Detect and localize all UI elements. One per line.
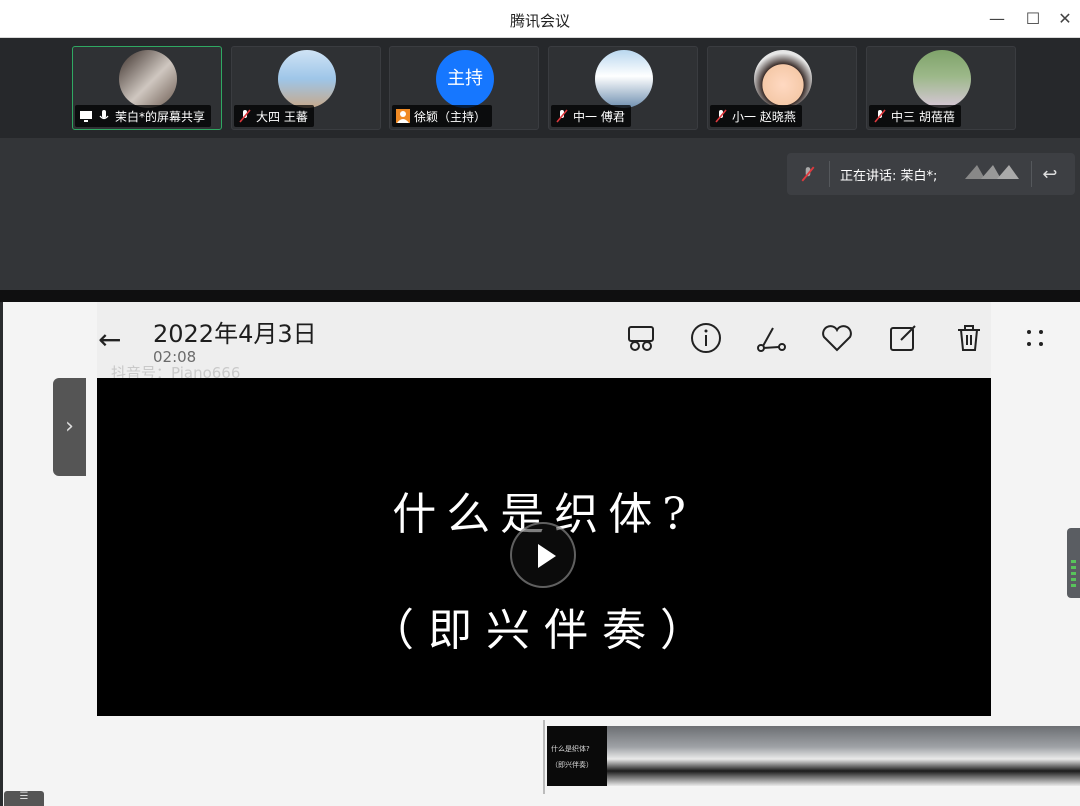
participant-tile[interactable]: 中三 胡蓓蓓	[866, 46, 1016, 130]
shared-screen: ← 2022年4月3日 02:08 抖音号：Piano666 › 什么是织体? …	[3, 302, 1080, 806]
participant-strip: 茉白*的屏幕共享 大四 王蕃 主持 徐颖（主持） 中一 傅君 小一 赵晓燕 中三…	[0, 38, 1080, 138]
avatar	[595, 50, 653, 108]
microphone-icon	[97, 109, 111, 123]
participant-name: 大四 王蕃	[256, 109, 308, 124]
avatar	[278, 50, 336, 108]
participant-namebar: 小一 赵晓燕	[710, 105, 802, 127]
participant-name: 茉白*的屏幕共享	[115, 109, 206, 124]
mic-muted-icon	[873, 109, 887, 123]
timeline-frame[interactable]	[727, 726, 787, 786]
participant-name: 徐颖（主持）	[414, 109, 487, 124]
frame-text: 什么是织体?	[551, 745, 590, 753]
timeline-frame[interactable]	[667, 726, 727, 786]
minimize-button[interactable]: —	[984, 6, 1010, 32]
avatar	[754, 50, 812, 108]
timeline-frame[interactable]	[607, 726, 667, 786]
mic-muted-icon	[555, 109, 569, 123]
more-icon[interactable]	[1017, 320, 1053, 356]
speaking-label: 正在讲话: 茉白*;	[840, 168, 938, 184]
mic-muted-icon	[787, 165, 829, 183]
back-arrow-icon[interactable]: ←	[98, 324, 130, 356]
participant-tile-screenshare[interactable]: 茉白*的屏幕共享	[72, 46, 222, 130]
mic-muted-icon	[238, 109, 252, 123]
share-icon[interactable]	[753, 320, 789, 356]
participant-namebar: 茉白*的屏幕共享	[75, 105, 212, 127]
timeline-frame[interactable]	[1027, 726, 1080, 786]
participant-namebar: 中一 傅君	[551, 105, 631, 127]
volume-handle[interactable]	[1067, 528, 1080, 598]
speaking-indicator[interactable]: 正在讲话: 茉白*; ↩	[787, 153, 1075, 195]
play-button[interactable]	[510, 522, 576, 588]
photo-date: 2022年4月3日	[153, 320, 317, 348]
participant-tile-host[interactable]: 主持 徐颖（主持）	[389, 46, 539, 130]
timeline-cursor[interactable]	[543, 720, 545, 794]
info-icon[interactable]	[688, 320, 724, 356]
timeline-frame[interactable]	[847, 726, 907, 786]
meeting-info-area: 正在讲话: 茉白*; ↩	[0, 138, 1080, 290]
maximize-button[interactable]: ☐	[1020, 6, 1046, 32]
avatar	[119, 50, 177, 108]
participant-tile[interactable]: 大四 王蕃	[231, 46, 381, 130]
timeline-frame[interactable]: 什么是织体? （即兴伴奏）	[547, 726, 607, 786]
edit-icon[interactable]	[885, 320, 921, 356]
heart-icon[interactable]	[819, 320, 855, 356]
crop-icon[interactable]	[623, 320, 659, 356]
mic-muted-icon	[714, 109, 728, 123]
video-subtitle-line2: （即兴伴奏）	[370, 605, 718, 656]
close-button[interactable]: ✕	[1052, 6, 1078, 32]
participant-namebar: 徐颖（主持）	[392, 105, 493, 127]
screen-share-icon	[79, 109, 93, 123]
reply-icon[interactable]: ↩	[1042, 164, 1057, 185]
participant-tile[interactable]: 中一 傅君	[548, 46, 698, 130]
window-title: 腾讯会议	[509, 12, 570, 30]
host-avatar: 主持	[436, 50, 494, 108]
participant-namebar: 中三 胡蓓蓓	[869, 105, 961, 127]
divider	[829, 161, 830, 187]
participant-name: 小一 赵晓燕	[732, 109, 796, 124]
divider	[0, 290, 1080, 302]
participant-name: 中三 胡蓓蓓	[891, 109, 955, 124]
speaker-avatars-icon	[963, 161, 1023, 187]
timeline-frame[interactable]	[967, 726, 1027, 786]
participant-namebar: 大四 王蕃	[234, 105, 314, 127]
video-timeline[interactable]: 什么是织体? （即兴伴奏）	[541, 720, 1080, 806]
video-player[interactable]: 什么是织体? （即兴伴奏）	[97, 378, 991, 716]
title-bar: 腾讯会议 — ☐ ✕	[0, 0, 1080, 38]
expand-sidebar-button[interactable]: ›	[53, 378, 86, 476]
list-icon[interactable]: ☰	[4, 791, 44, 806]
divider	[1031, 161, 1033, 187]
user-icon	[396, 109, 410, 123]
participant-name: 中一 傅君	[573, 109, 625, 124]
timeline-frame[interactable]	[907, 726, 967, 786]
timeline-frame[interactable]	[787, 726, 847, 786]
frame-text: （即兴伴奏）	[551, 761, 593, 769]
trash-icon[interactable]	[951, 320, 987, 356]
avatar	[913, 50, 971, 108]
participant-tile[interactable]: 小一 赵晓燕	[707, 46, 857, 130]
